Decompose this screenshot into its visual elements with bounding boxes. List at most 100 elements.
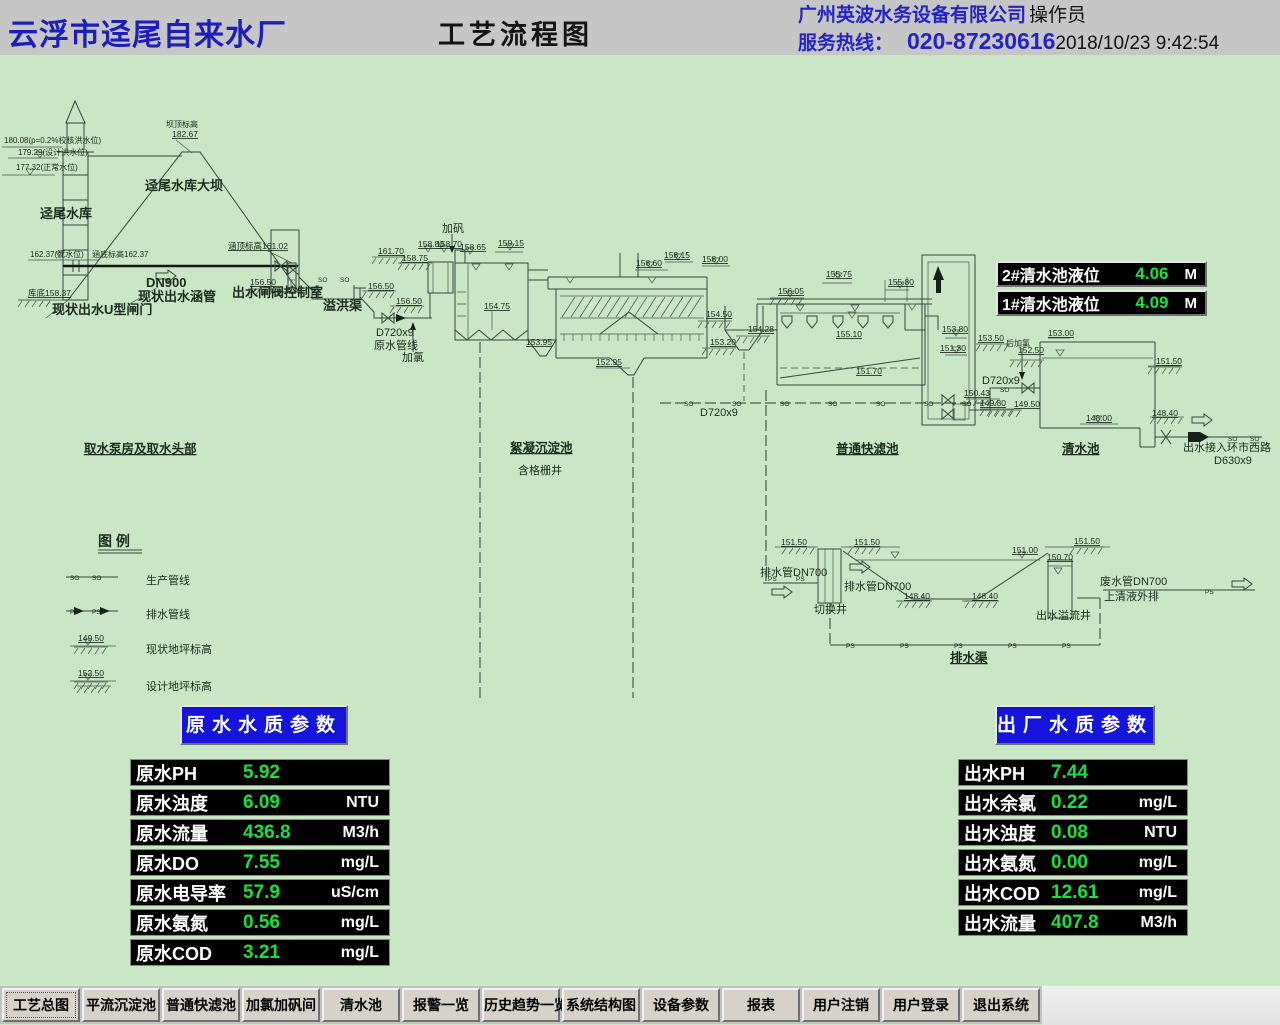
diagram-annotation: 出水溢流井 [1036,608,1091,622]
param-row: 原水COD3.21mg/L [130,939,390,966]
operator-label: 操作员 [1029,5,1086,26]
param-value: 0.08 [1051,822,1088,844]
diagram-annotation: SO [1250,436,1259,443]
diagram-annotation: 153.20 [710,337,736,347]
diagram-annotation: 排水管线 [146,607,190,621]
param-label: 出水氨氮 [959,850,1036,876]
level-value: 4.09 [1135,293,1168,313]
param-label: 原水流量 [131,820,208,846]
toolbar-button-11[interactable]: 用户注销 [802,988,880,1022]
diagram-annotation: 155.10 [836,329,862,339]
diagram-annotation: 150.43 [964,388,990,398]
hotline-label: 服务热线： [798,33,893,54]
diagram-annotation: 153.95 [526,337,552,347]
diagram-annotation: 155.75 [826,269,852,279]
diagram-annotation: 151.50 [854,537,880,547]
diagram-annotation: 150.70 [1047,552,1073,562]
diagram-annotation: D720x9 [982,375,1020,387]
toolbar-button-9[interactable]: 设备参数 [642,988,720,1022]
param-value: 0.56 [243,912,280,934]
level-value: 4.06 [1135,264,1168,284]
diagram-annotation: 普通快滤池 [836,441,899,456]
clearwater-level-display: 2#清水池液位4.06M [996,261,1207,287]
param-unit: uS/cm [331,884,379,902]
diagram-annotation: 162.37(死水位) [30,249,84,259]
diagram-annotation: SO [924,401,933,408]
level-label: 2#清水池液位 [998,262,1100,286]
diagram-annotation: 絮凝沉淀池 [510,440,573,455]
level-label: 1#清水池液位 [998,291,1100,315]
diagram-annotation: 149.50 [78,633,104,643]
toolbar-button-7[interactable]: 历史趋势一览 [482,988,560,1022]
diagram-annotation: 158.65 [460,242,486,252]
param-row: 原水PH5.92 [130,759,390,786]
diagram-annotation: SO [1000,387,1009,394]
param-label: 出水流量 [959,910,1036,936]
diagram-annotation: D720x9 [700,407,738,419]
diagram-annotation: 148.40 [1152,408,1178,418]
diagram-annotation: 182.67 [172,129,198,139]
diagram-annotation: 加氯 [402,350,424,364]
param-unit: M3/h [1141,914,1177,932]
diagram-annotation: 排水管DN700 [844,579,911,593]
diagram-annotation: 出水闸阀控制室 [232,285,323,300]
diagram-annotation: 废水管DN700 [1100,574,1167,588]
diagram-annotation: 原水管线 [374,338,418,352]
diagram-annotation: SO [780,401,789,408]
diagram-annotation: PS [768,576,777,583]
diagram-annotation: 现状出水U型闸门 [52,302,152,317]
diagram-annotation: 切换井 [814,602,847,616]
diagram-annotation: SO [828,401,837,408]
diagram-annotation: PS [92,609,101,616]
param-value: 0.22 [1051,792,1088,814]
param-row: 原水氨氮0.56mg/L [130,909,390,936]
diagram-annotation: 159.15 [498,238,524,248]
diagram-annotation: PS [846,643,855,650]
level-unit: M [1185,295,1198,312]
toolbar-button-12[interactable]: 用户登录 [882,988,960,1022]
diagram-annotation: 加矾 [442,222,464,235]
diagram-annotation: 148.40 [972,591,998,601]
diagram-annotation: 152.50 [78,668,104,678]
diagram-annotation: 154.75 [484,301,510,311]
diagram-annotation: PS [900,643,909,650]
clearwater-level-display: 1#清水池液位 4.09 M [996,290,1207,316]
diagram-annotation: D720x9 [376,327,414,339]
toolbar-button-13[interactable]: 退出系统 [962,988,1040,1022]
param-row: 原水浊度6.09NTU [130,789,390,816]
drainage-channel [763,547,1255,645]
diagram-annotation: 上清液外排 [1104,589,1159,603]
header-info: 广州英波水务设备有限公司操作员 服务热线：020-872306162018/10… [798,3,1219,57]
diagram-annotation: SO [876,401,885,408]
navigation-toolbar: 工艺总图平流沉淀池普通快滤池加氯加矾间清水池报警一览历史趋势一览系统结构图设备参… [0,985,1280,1024]
diagram-annotation: DN900 [146,275,186,290]
param-label: 原水DO [131,850,199,876]
diagram-annotation: SO [70,575,79,582]
company-name: 广州英波水务设备有限公司 [798,5,1026,26]
param-row: 出水氨氮0.00mg/L [958,849,1188,876]
toolbar-button-8[interactable]: 系统结构图 [562,988,640,1022]
diagram-annotation: 151.00 [1012,545,1038,555]
diagram-annotation: 151.70 [856,366,882,376]
toolbar-filler [1042,986,1280,1025]
diagram-annotation: 154.28 [748,324,774,334]
diagram-annotation: 排水渠 [950,650,988,665]
toolbar-button-1[interactable]: 工艺总图 [2,988,80,1022]
diagram-annotation: 158.75 [402,253,428,263]
diagram-annotation: 现状出水涵管 [138,289,216,304]
toolbar-button-5[interactable]: 清水池 [322,988,400,1022]
diagram-annotation: 156.50 [396,296,422,306]
toolbar-button-10[interactable]: 报表 [722,988,800,1022]
toolbar-button-6[interactable]: 报警一览 [402,988,480,1022]
diagram-annotation: 155.80 [888,277,914,287]
toolbar-button-2[interactable]: 平流沉淀池 [82,988,160,1022]
param-row: 出水余氯0.22mg/L [958,789,1188,816]
diagram-annotation: SO [684,401,693,408]
diagram-annotation: 153.80 [942,324,968,334]
param-value: 12.61 [1051,882,1099,904]
diagram-annotation: 156.05 [778,286,804,296]
toolbar-button-4[interactable]: 加氯加矾间 [242,988,320,1022]
diagram-annotation: SO [962,401,971,408]
toolbar-button-3[interactable]: 普通快滤池 [162,988,240,1022]
diagram-annotation: PS [796,576,805,583]
